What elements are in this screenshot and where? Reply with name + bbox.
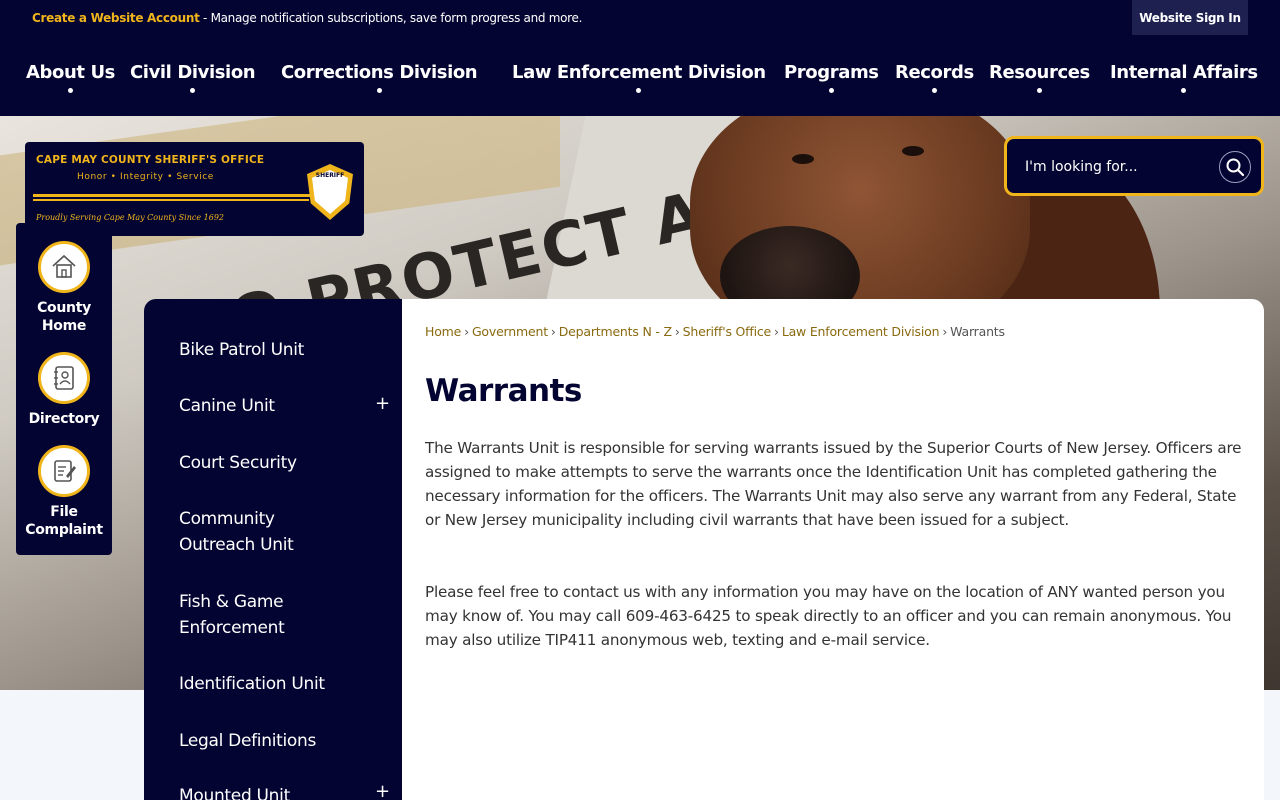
page-title: Warrants	[425, 373, 582, 409]
breadcrumb-government[interactable]: Government	[472, 324, 548, 339]
nav-item-corrections-division[interactable]: Corrections Division	[281, 62, 478, 93]
logo-rule	[33, 194, 323, 197]
nav-label: Corrections Division	[281, 62, 478, 83]
nav-item-law-enforcement-division[interactable]: Law Enforcement Division	[512, 62, 766, 93]
form-edit-icon	[38, 445, 90, 497]
breadcrumb-separator: ›	[774, 324, 779, 339]
quick-link-directory[interactable]: Directory	[16, 352, 112, 428]
dropdown-dot-icon	[828, 88, 834, 93]
nav-item-records[interactable]: Records	[895, 62, 974, 93]
dog-eye	[792, 154, 814, 164]
breadcrumb-departments[interactable]: Departments N - Z	[559, 324, 672, 339]
breadcrumb-separator: ›	[942, 324, 948, 339]
dropdown-dot-icon	[68, 88, 73, 93]
nav-label: Law Enforcement Division	[512, 62, 766, 83]
quick-link-file-complaint[interactable]: File Complaint	[16, 445, 112, 539]
main-content: Home › Government › Departments N - Z › Sherif…	[402, 299, 1264, 800]
breadcrumb-separator: ›	[550, 324, 556, 339]
side-nav-court-security[interactable]: Court Security	[179, 450, 297, 476]
breadcrumb-current: Warrants	[950, 324, 1005, 339]
side-nav-bike-patrol[interactable]: Bike Patrol Unit	[179, 337, 304, 363]
expand-plus-icon[interactable]: +	[375, 781, 390, 800]
nav-item-programs[interactable]: Programs	[784, 62, 879, 93]
dropdown-dot-icon	[1036, 88, 1042, 93]
section-side-nav: Bike Patrol Unit Canine Unit + Court Sec…	[144, 299, 402, 800]
quick-link-label: File Complaint	[25, 504, 103, 538]
nav-item-about-us[interactable]: About Us	[26, 62, 115, 93]
nav-label: Resources	[989, 62, 1090, 83]
side-nav-legal-definitions[interactable]: Legal Definitions	[179, 728, 316, 754]
logo-rule	[33, 199, 309, 201]
dropdown-dot-icon	[931, 88, 937, 93]
house-icon	[38, 241, 90, 293]
body-paragraph: Please feel free to contact us with any …	[425, 583, 1232, 649]
breadcrumb-separator: ›	[464, 324, 469, 339]
dropdown-dot-icon	[376, 88, 382, 93]
side-nav-identification-unit[interactable]: Identification Unit	[179, 671, 325, 697]
breadcrumb-home[interactable]: Home	[425, 324, 461, 339]
main-nav: About Us Civil Division Corrections Divi…	[0, 62, 1280, 102]
create-account-link[interactable]: Create a Website Account	[32, 11, 200, 25]
logo-motto: Honor • Integrity • Service	[77, 172, 214, 182]
quick-links: County Home Directory File Complaint	[16, 223, 112, 555]
search-input[interactable]	[1025, 156, 1205, 178]
quick-link-label: Directory	[28, 411, 100, 427]
nav-label: Civil Division	[130, 62, 256, 83]
nav-item-internal-affairs[interactable]: Internal Affairs	[1110, 62, 1258, 93]
sign-in-button[interactable]: Website Sign In	[1132, 0, 1248, 35]
nav-label: Records	[895, 62, 974, 83]
dropdown-dot-icon	[636, 88, 642, 93]
breadcrumb: Home › Government › Departments N - Z › Sherif…	[425, 324, 1005, 339]
quick-link-label: County Home	[37, 300, 91, 334]
breadcrumb-sheriffs-office[interactable]: Sheriff's Office	[683, 324, 772, 339]
site-search	[1004, 136, 1264, 196]
header: Create a Website Account - Manage notifi…	[0, 0, 1280, 116]
dropdown-dot-icon	[1181, 88, 1187, 93]
side-nav-fish-game[interactable]: Fish & Game Enforcement	[179, 589, 349, 641]
body-paragraph: The Warrants Unit is responsible for ser…	[425, 439, 1242, 529]
nav-label: Programs	[784, 62, 879, 83]
search-icon	[1226, 158, 1245, 177]
badge-text: SHERIFF	[315, 172, 345, 179]
nav-label: About Us	[26, 62, 115, 83]
expand-plus-icon[interactable]: +	[375, 393, 390, 414]
nav-item-resources[interactable]: Resources	[989, 62, 1090, 93]
address-book-icon	[38, 352, 90, 404]
logo-tagline: Proudly Serving Cape May County Since 16…	[36, 213, 224, 222]
logo-title: CAPE MAY COUNTY SHERIFF'S OFFICE	[36, 154, 265, 166]
breadcrumb-separator: ›	[674, 324, 680, 339]
quick-link-county-home[interactable]: County Home	[16, 241, 112, 335]
side-nav-canine-unit[interactable]: Canine Unit	[179, 393, 275, 419]
utility-description: - Manage notification subscriptions, sav…	[199, 11, 583, 25]
search-button[interactable]	[1219, 151, 1251, 183]
side-nav-mounted-unit[interactable]: Mounted Unit	[179, 783, 290, 800]
nav-label: Internal Affairs	[1110, 62, 1258, 83]
dog-eye	[902, 146, 924, 156]
breadcrumb-law-enforcement[interactable]: Law Enforcement Division	[782, 324, 940, 339]
dropdown-dot-icon	[190, 88, 196, 93]
side-nav-community-outreach[interactable]: Community Outreach Unit	[179, 506, 349, 558]
nav-item-civil-division[interactable]: Civil Division	[130, 62, 256, 93]
utility-message: Create a Website Account - Manage notifi…	[32, 11, 582, 25]
sheriff-logo[interactable]: CAPE MAY COUNTY SHERIFF'S OFFICE Honor •…	[25, 142, 364, 236]
